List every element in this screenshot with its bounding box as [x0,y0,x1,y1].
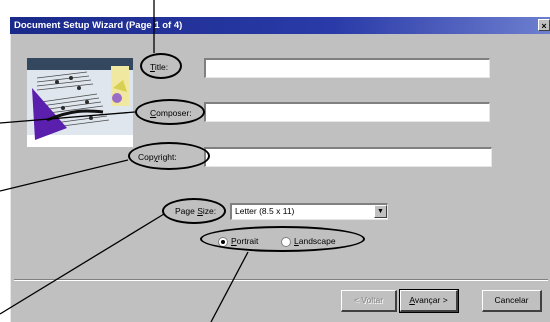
callout-lines [0,0,249,322]
